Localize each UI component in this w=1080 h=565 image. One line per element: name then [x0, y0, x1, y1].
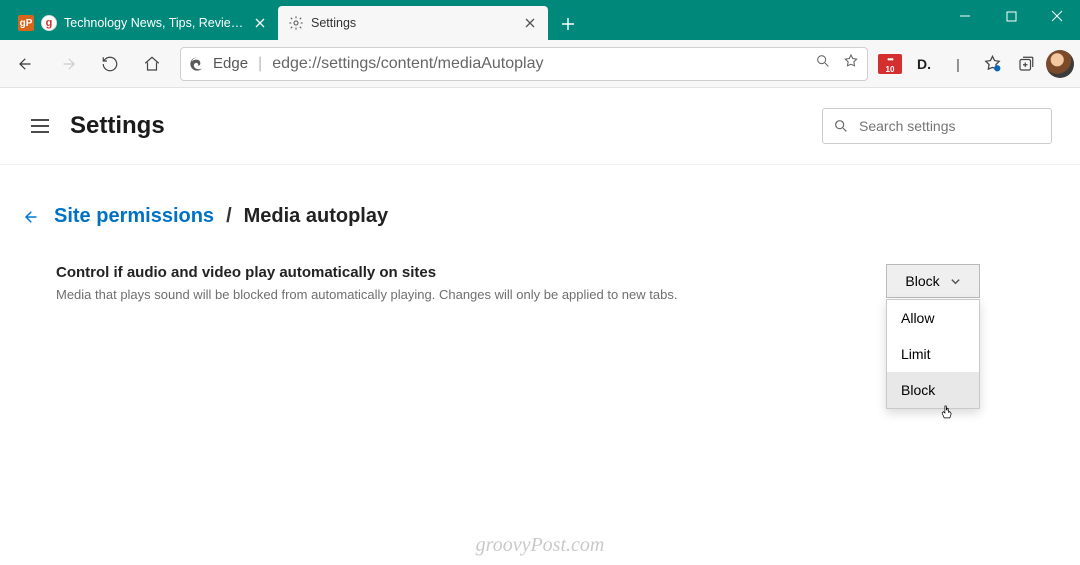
search-icon [833, 118, 849, 134]
menu-icon[interactable] [28, 114, 52, 138]
divider: | [944, 50, 972, 78]
maximize-button[interactable] [988, 0, 1034, 32]
search-input[interactable] [859, 118, 1041, 134]
back-button[interactable] [6, 44, 46, 84]
tab-title: Settings [311, 16, 515, 30]
settings-header: Settings [0, 88, 1080, 165]
autoplay-dropdown-menu: Allow Limit Block [886, 299, 980, 409]
extension-icons: 10 D. | [876, 50, 1074, 78]
address-bar: Edge | edge://settings/content/mediaAuto… [0, 40, 1080, 88]
profile-avatar[interactable] [1046, 50, 1074, 78]
setting-heading: Control if audio and video play automati… [56, 264, 677, 281]
home-button[interactable] [132, 44, 172, 84]
favorite-icon[interactable] [843, 53, 859, 74]
address-field[interactable]: Edge | edge://settings/content/mediaAuto… [180, 47, 868, 81]
dropdown-option-limit[interactable]: Limit [887, 336, 979, 372]
dark-extension-icon[interactable]: D. [910, 50, 938, 78]
breadcrumb-parent-link[interactable]: Site permissions [54, 205, 214, 228]
search-settings[interactable] [822, 108, 1052, 144]
breadcrumb-current: Media autoplay [244, 205, 388, 228]
minimize-button[interactable] [942, 0, 988, 32]
site-identity[interactable]: Edge [189, 55, 248, 72]
url-text: edge://settings/content/mediaAutoplay [272, 55, 543, 73]
refresh-button[interactable] [90, 44, 130, 84]
tab-groovypost[interactable]: gP g Technology News, Tips, Reviews. [8, 6, 278, 40]
zoom-icon[interactable] [815, 53, 831, 74]
url-separator: | [258, 55, 262, 73]
dropdown-option-block[interactable]: Block [887, 372, 979, 408]
title-bar: gP g Technology News, Tips, Reviews. Set… [0, 0, 1080, 40]
tab-title: Technology News, Tips, Reviews. [64, 16, 245, 30]
url-identity-label: Edge [213, 55, 248, 72]
tab-settings[interactable]: Settings [278, 6, 548, 40]
autoplay-dropdown[interactable]: Block [886, 264, 980, 298]
collections-icon[interactable] [1012, 50, 1040, 78]
forward-button[interactable] [48, 44, 88, 84]
tabs-strip: gP g Technology News, Tips, Reviews. Set… [0, 0, 584, 40]
close-tab-icon[interactable] [252, 15, 268, 31]
favorites-hub-icon[interactable] [978, 50, 1006, 78]
dropdown-option-allow[interactable]: Allow [887, 300, 979, 336]
breadcrumb-back-icon[interactable] [22, 207, 42, 227]
window-controls [942, 0, 1080, 40]
watermark: groovyPost.com [0, 534, 1080, 557]
new-tab-button[interactable] [552, 8, 584, 40]
gear-icon [288, 15, 304, 31]
favicon-groovypost-icon: gP [18, 15, 34, 31]
close-window-button[interactable] [1034, 0, 1080, 32]
close-tab-icon[interactable] [522, 15, 538, 31]
breadcrumb: Site permissions / Media autoplay [22, 205, 980, 228]
settings-content: Settings Site permissions / Media autopl… [0, 88, 1080, 565]
setting-description: Media that plays sound will be blocked f… [56, 287, 677, 302]
favicon-g-icon: g [41, 15, 57, 31]
dropdown-selected-label: Block [905, 273, 939, 289]
page-title: Settings [70, 112, 165, 140]
edge-icon [189, 56, 205, 72]
lastpass-extension-icon[interactable]: 10 [876, 50, 904, 78]
chevron-down-icon [950, 276, 961, 287]
breadcrumb-separator: / [226, 205, 232, 228]
setting-row: Control if audio and video play automati… [22, 264, 980, 302]
